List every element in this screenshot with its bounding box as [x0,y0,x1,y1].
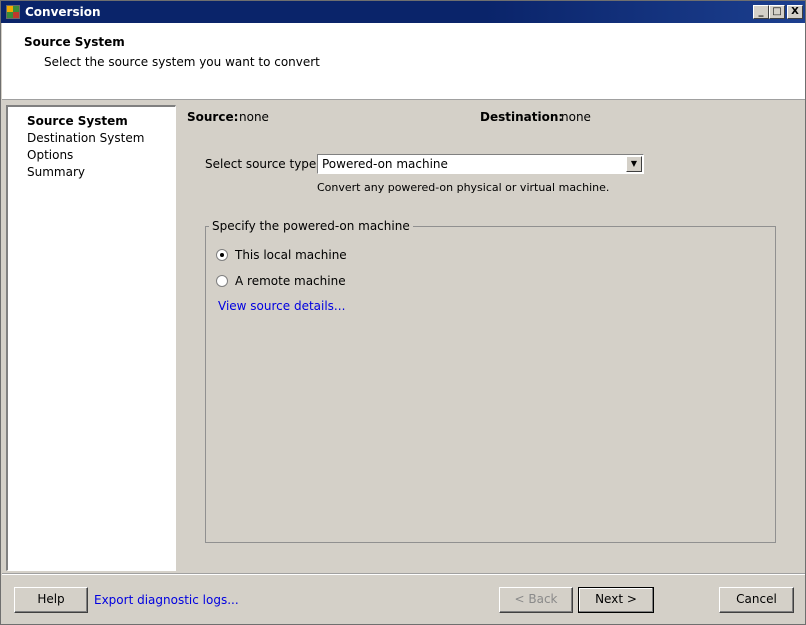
footer-divider [2,573,805,575]
step-options[interactable]: Options [27,148,73,163]
close-button[interactable]: X [787,5,803,19]
step-destination-system[interactable]: Destination System [27,131,144,146]
export-diagnostic-logs-link[interactable]: Export diagnostic logs... [94,593,239,607]
maximize-button[interactable]: □ [769,5,785,19]
window-title: Conversion [25,5,101,19]
radio-this-local-machine[interactable]: This local machine [216,248,347,262]
source-type-dropdown[interactable]: Powered-on machine ▼ [317,154,644,174]
source-label: Source: [187,110,239,124]
radio-label-local: This local machine [235,248,347,262]
radio-unchecked-icon[interactable] [216,275,228,287]
chevron-down-icon[interactable]: ▼ [626,156,642,172]
destination-label: Destination: [480,110,564,124]
step-source-system[interactable]: Source System [27,114,128,129]
cancel-button[interactable]: Cancel [719,587,794,613]
help-button[interactable]: Help [14,587,88,613]
conversion-window: Conversion _ □ X Source System Select th… [0,0,806,625]
step-summary[interactable]: Summary [27,165,85,180]
radio-label-remote: A remote machine [235,274,346,288]
source-type-hint: Convert any powered-on physical or virtu… [317,181,610,194]
minimize-button[interactable]: _ [753,5,769,19]
view-source-details-link[interactable]: View source details... [218,299,345,313]
wizard-header: Source System Select the source system y… [2,23,805,100]
title-bar[interactable]: Conversion _ □ X [1,1,805,23]
page-subtitle: Select the source system you want to con… [44,55,320,69]
source-type-value: Powered-on machine [322,157,448,171]
radio-remote-machine[interactable]: A remote machine [216,274,346,288]
steps-panel: Source System Destination System Options… [6,105,176,571]
destination-value: none [561,110,591,124]
source-value: none [239,110,269,124]
app-icon [6,5,20,19]
back-button[interactable]: < Back [499,587,573,613]
group-legend: Specify the powered-on machine [209,219,413,233]
page-title: Source System [24,35,125,49]
next-button[interactable]: Next > [578,587,654,613]
radio-checked-icon[interactable] [216,249,228,261]
source-type-label: Select source type: [205,157,321,171]
